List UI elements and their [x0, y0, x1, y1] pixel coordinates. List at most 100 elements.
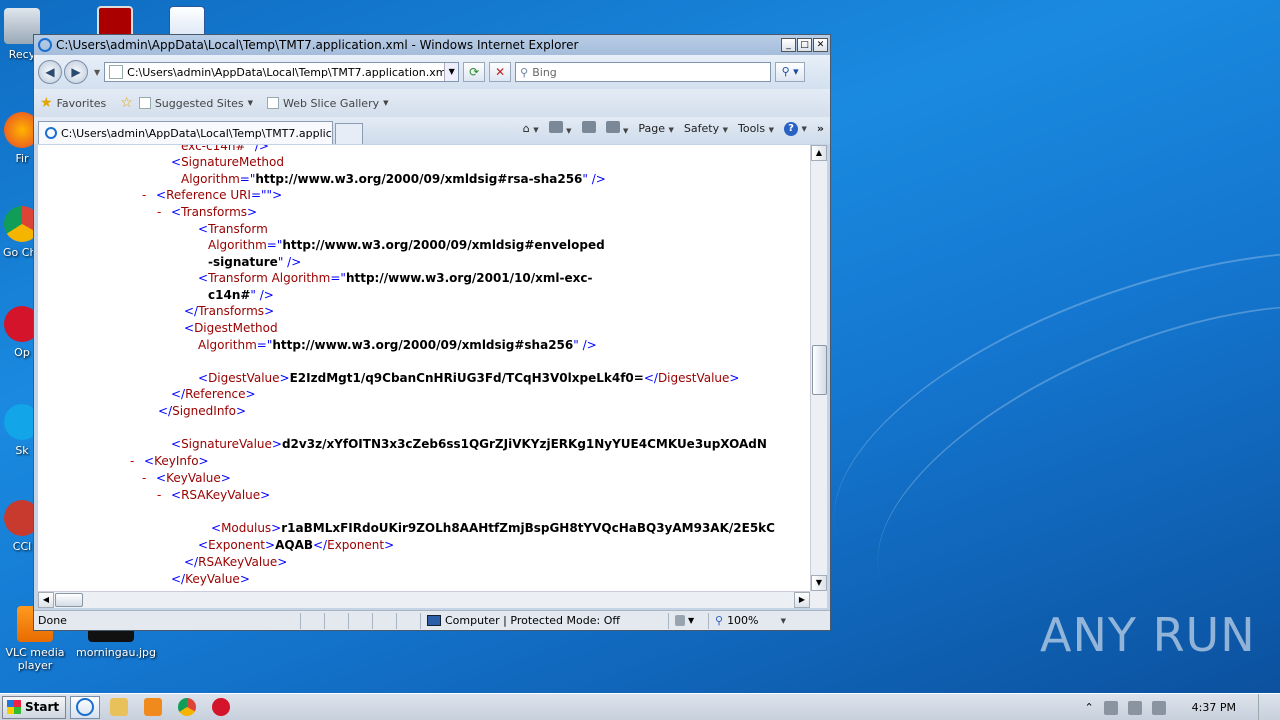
home-button[interactable]: ⌂ ▼	[523, 122, 539, 135]
xml-token: >	[384, 538, 395, 552]
forward-arrow-icon: ▶	[71, 65, 81, 79]
xml-token: <	[198, 222, 209, 236]
tab-active[interactable]: C:\Users\admin\AppData\Local\Temp\TMT7.a…	[38, 121, 333, 144]
command-bar: ⌂ ▼ ▼ ▼ Page ▼ Safety ▼ Tools ▼ ? ▼ »	[523, 121, 824, 136]
horizontal-scrollbar[interactable]: ◀ ▶	[38, 591, 810, 608]
new-tab-button[interactable]	[335, 123, 363, 144]
xml-token: Reference	[185, 387, 246, 401]
scroll-left-arrow[interactable]: ◀	[38, 592, 54, 608]
page-icon	[138, 97, 151, 109]
help-button[interactable]: ? ▼	[784, 121, 807, 136]
web-slice-gallery-link[interactable]: Web Slice Gallery ▼	[267, 97, 389, 110]
scroll-up-arrow[interactable]: ▲	[811, 145, 827, 161]
network-icon[interactable]	[1127, 700, 1142, 715]
collapse-toggle[interactable]: -	[142, 187, 156, 203]
xml-line[interactable]: - <KeyValue>	[142, 470, 231, 486]
xml-line[interactable]: - <RSAKeyValue>	[157, 487, 270, 503]
xml-token: >	[271, 521, 282, 535]
show-hidden-icons-chevron-icon[interactable]: ⌃	[1084, 701, 1093, 714]
xml-token: Transforms	[181, 205, 248, 219]
xml-token: RSAKeyValue	[181, 488, 261, 502]
collapse-toggle[interactable]: -	[142, 470, 156, 486]
xml-token: <	[171, 205, 182, 219]
folder-icon	[110, 698, 129, 716]
xml-line[interactable]: - <KeyInfo>	[130, 453, 209, 469]
start-button[interactable]: Start	[2, 695, 67, 719]
xml-line: <DigestMethod	[184, 320, 278, 336]
taskbar-internet-explorer[interactable]	[70, 695, 101, 719]
stop-button[interactable]: ✕	[489, 62, 512, 82]
scroll-down-arrow[interactable]: ▼	[811, 575, 827, 591]
xml-token: </	[158, 404, 173, 418]
tools-menu[interactable]: Tools ▼	[738, 122, 774, 135]
xml-token: r1aBMLxFIRdoUKir9ZOLh8AAHtfZmjBspGH8tYVQ…	[281, 521, 775, 535]
xml-token: ="	[239, 172, 256, 186]
zoom-button[interactable]: ⚲ 100% ▼	[708, 612, 792, 629]
xml-token: <	[198, 538, 209, 552]
collapse-toggle[interactable]: -	[157, 487, 171, 503]
more-commands-chevron[interactable]: »	[817, 122, 824, 135]
xml-line[interactable]: - <Reference URI="">	[142, 187, 282, 203]
recent-pages-dropdown[interactable]: ▼	[94, 68, 100, 77]
collapse-toggle[interactable]: -	[130, 453, 144, 469]
xml-token: RSAKeyValue	[198, 555, 278, 569]
suggested-sites-link[interactable]: Suggested Sites ▼	[138, 97, 253, 110]
action-center-flag-icon[interactable]	[1103, 700, 1118, 715]
xml-token: <	[184, 321, 195, 335]
xml-token: " />	[573, 338, 597, 352]
page-menu[interactable]: Page ▼	[638, 122, 674, 135]
xml-token: Transform	[208, 222, 268, 236]
tab-bar: C:\Users\admin\AppData\Local\Temp\TMT7.a…	[34, 117, 830, 144]
refresh-button[interactable]: ⟳	[463, 62, 486, 82]
search-input[interactable]: ⚲ Bing	[515, 62, 772, 82]
internet-explorer-icon	[45, 127, 57, 139]
volume-icon[interactable]	[1151, 700, 1166, 715]
xml-token: >	[239, 572, 250, 586]
feeds-button[interactable]: ▼	[548, 121, 572, 136]
address-bar[interactable]: C:\Users\admin\AppData\Local\Temp\TMT7.a…	[104, 62, 460, 82]
forward-button[interactable]: ▶	[64, 60, 88, 84]
page-icon	[267, 97, 280, 109]
show-desktop-button[interactable]	[1258, 694, 1268, 720]
favorites-bar: ★ Favorites ☆ Suggested Sites ▼ Web Slic…	[34, 89, 830, 117]
xml-line[interactable]: - <Transforms>	[157, 204, 257, 220]
scroll-right-arrow[interactable]: ▶	[794, 592, 810, 608]
minimize-button[interactable]: _	[781, 38, 796, 52]
clock[interactable]: 4:37 PM	[1192, 701, 1236, 714]
vertical-scrollbar[interactable]: ▲ ▼	[810, 145, 827, 591]
xml-line: <SignatureValue>d2v3z/xYfOITN3x3cZeb6ss1…	[171, 436, 767, 452]
taskbar-media-player[interactable]	[138, 696, 168, 719]
xml-line: </Transforms>	[184, 303, 274, 319]
xml-token: KeyValue	[185, 572, 240, 586]
favorites-button[interactable]: ★ Favorites	[40, 95, 106, 111]
add-favorite-icon[interactable]: ☆	[120, 95, 133, 111]
title-bar: C:\Users\admin\AppData\Local\Temp\TMT7.a…	[34, 35, 830, 55]
address-dropdown[interactable]: ▼	[444, 63, 459, 81]
taskbar-chrome[interactable]	[172, 696, 202, 719]
horizontal-scroll-thumb[interactable]	[55, 593, 83, 607]
read-mail-button[interactable]	[581, 121, 596, 136]
desktop-icon-label: Sk	[15, 444, 29, 457]
taskbar-explorer[interactable]	[104, 696, 134, 719]
search-button[interactable]: ⚲ ▾	[775, 62, 806, 82]
xml-line: <Transform Algorithm="http://www.w3.org/…	[198, 270, 592, 286]
back-button[interactable]: ◀	[38, 60, 62, 84]
maximize-button[interactable]: □	[797, 38, 812, 52]
ie-window: C:\Users\admin\AppData\Local\Temp\TMT7.a…	[33, 34, 831, 631]
safety-menu[interactable]: Safety ▼	[684, 122, 728, 135]
taskbar-opera[interactable]	[206, 696, 236, 719]
xml-token: >	[271, 437, 282, 451]
xml-token: E2IzdMgt1/q9CbanCnHRiUG3Fd/TCqH3V0lxpeLk…	[289, 371, 644, 385]
internet-explorer-icon	[38, 38, 52, 52]
collapse-toggle[interactable]: -	[157, 204, 171, 220]
print-button[interactable]: ▼	[605, 121, 628, 136]
close-button[interactable]: ✕	[813, 38, 828, 52]
xml-token: <	[198, 271, 209, 285]
security-zone[interactable]: Computer | Protected Mode: Off	[420, 612, 668, 629]
xml-line: </KeyValue>	[171, 571, 250, 587]
protected-mode-button[interactable]: ▼	[668, 612, 708, 629]
scroll-thumb[interactable]	[812, 345, 827, 395]
xml-token: <	[156, 188, 167, 202]
xml-token: d2v3z/xYfOITN3x3cZeb6ss1QGrZJiVKYzjERKg1…	[281, 437, 767, 451]
xml-line: <Modulus>r1aBMLxFIRdoUKir9ZOLh8AAHtfZmjB…	[211, 520, 775, 536]
